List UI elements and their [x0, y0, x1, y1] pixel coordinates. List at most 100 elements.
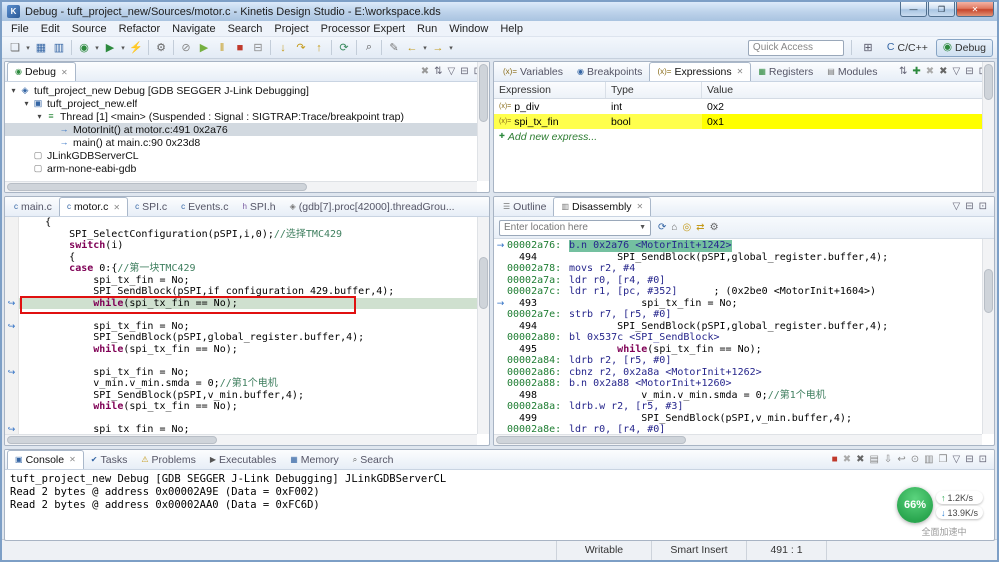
editor-gutter[interactable] — [5, 217, 19, 229]
code-line[interactable]: ↪ spi_tx_fin = No; — [5, 321, 489, 333]
console-output[interactable]: tuft_project_new Debug [GDB SEGGER J-Lin… — [5, 470, 994, 540]
dropdown-icon[interactable]: ▾ — [24, 39, 32, 57]
terminate-icon[interactable]: ■ — [832, 455, 838, 465]
back-button[interactable]: ← — [403, 39, 421, 57]
save-all-button[interactable]: ▥ — [50, 39, 68, 57]
debug-tab-debug[interactable]: ◉Debug✕ — [7, 62, 76, 81]
close-icon[interactable]: ✕ — [113, 203, 120, 212]
code-line[interactable]: { — [5, 252, 489, 264]
acceleration-ball-button[interactable]: 66% — [897, 487, 933, 523]
disassembly-line[interactable]: 499 SPI_SendBlock(pSPI,v_min.buffer,4); — [494, 413, 994, 425]
code-line[interactable] — [5, 413, 489, 425]
new-button[interactable]: ❏ — [6, 39, 24, 57]
code-line[interactable]: switch(i) — [5, 240, 489, 252]
expr-tab-registers[interactable]: ▦Registers — [751, 62, 820, 81]
disassembly-line[interactable]: 00002a86:cbnz r2, 0x2a8a <MotorInit+1262… — [494, 367, 994, 379]
expr-tab-expressions[interactable]: (x)=Expressions✕ — [649, 62, 751, 81]
settings-icon[interactable]: ⚙ — [710, 223, 719, 233]
menu-help[interactable]: Help — [494, 22, 529, 36]
editor-gutter[interactable]: ↪ — [5, 321, 19, 333]
sync-icon[interactable]: ⇄ — [696, 223, 704, 233]
close-icon[interactable]: ✕ — [637, 202, 644, 211]
editor-gutter[interactable] — [5, 263, 19, 275]
editor-gutter[interactable]: ↪ — [5, 367, 19, 379]
view-menu-icon[interactable]: ▽ — [953, 67, 961, 77]
open-perspective-icon[interactable]: ⊞ — [859, 39, 877, 57]
code-line[interactable] — [5, 309, 489, 321]
network-speed-overlay[interactable]: 66% ↑1.2K/s ↓13.9K/s 全面加速中 — [897, 487, 991, 538]
editor-gutter[interactable] — [5, 390, 19, 402]
code-line[interactable]: case 0:{//第一块TMC429 — [5, 263, 489, 275]
disassembly-line[interactable]: 00002a84:ldrb r2, [r5, #0] — [494, 355, 994, 367]
save-button[interactable]: ▦ — [32, 39, 50, 57]
editor-gutter[interactable] — [5, 401, 19, 413]
restart-button[interactable]: ⟳ — [335, 39, 353, 57]
titlebar[interactable]: K Debug - tuft_project_new/Sources/motor… — [2, 2, 997, 21]
disassembly-line[interactable]: →00002a76:b.n 0x2a76 <MotorInit+1242> — [494, 240, 994, 252]
close-button[interactable]: ✕ — [956, 2, 994, 17]
disconnect-button[interactable]: ⊟ — [249, 39, 267, 57]
console-tab-tasks[interactable]: ✔Tasks — [84, 450, 135, 469]
expressions-vertical-scrollbar[interactable] — [982, 62, 994, 192]
code-line[interactable]: SPI_SendBlock(pSPI,v_min.buffer,4); — [5, 390, 489, 402]
minimize-icon[interactable]: ⊟ — [460, 67, 468, 77]
menu-project[interactable]: Project — [268, 22, 314, 36]
menu-processor-expert[interactable]: Processor Expert — [315, 22, 411, 36]
remove-expression-icon[interactable]: ✖ — [926, 67, 934, 77]
pin-console-icon[interactable]: ⊙ — [911, 455, 919, 465]
code-line[interactable]: ↪ spi_tx_fin = No; — [5, 367, 489, 379]
disassembly-line[interactable]: 498 v_min.v_min.smda = 0;//第1个电机 — [494, 390, 994, 402]
code-line[interactable]: while(spi_tx_fin == No); — [5, 344, 489, 356]
editor-gutter[interactable] — [5, 309, 19, 321]
expression-row[interactable]: (x)=p_divint0x2 — [494, 99, 994, 114]
expression-row[interactable]: (x)=spi_tx_finbool0x1 — [494, 114, 994, 129]
disassembly-line[interactable]: →493 spi_tx_fin = No; — [494, 298, 994, 310]
skip-breakpoints-button[interactable]: ⊘ — [177, 39, 195, 57]
debug-tree-item[interactable]: ▢JLinkGDBServerCL — [5, 149, 489, 162]
column-header-type[interactable]: Type — [606, 82, 702, 98]
menu-run[interactable]: Run — [411, 22, 443, 36]
code-line[interactable]: while(spi_tx_fin == No); — [5, 401, 489, 413]
perspective-c-c-button[interactable]: CC/C++ — [881, 39, 934, 57]
run-button[interactable]: ▶ — [101, 39, 119, 57]
dropdown-icon[interactable]: ▾ — [421, 39, 429, 57]
disassembly-line[interactable]: 494 SPI_SendBlock(pSPI,global_register.b… — [494, 321, 994, 333]
editor-gutter[interactable] — [5, 240, 19, 252]
close-icon[interactable]: ✕ — [737, 67, 744, 76]
editor-gutter[interactable] — [5, 344, 19, 356]
editor-tab-main-c[interactable]: cmain.c — [7, 197, 59, 216]
track-icon[interactable]: ◎ — [682, 223, 691, 233]
disassembly-line[interactable]: 00002a7e:strb r7, [r5, #0] — [494, 309, 994, 321]
view-menu-icon[interactable]: ▽ — [448, 67, 456, 77]
scroll-lock-icon[interactable]: ⇩ — [884, 455, 892, 465]
debug-tree-item[interactable]: ▾≡Thread [1] <main> (Suspended : Signal … — [5, 110, 489, 123]
code-line[interactable] — [5, 355, 489, 367]
menu-refactor[interactable]: Refactor — [113, 22, 167, 36]
disassembly-line[interactable]: 00002a88:b.n 0x2a88 <MotorInit+1260> — [494, 378, 994, 390]
console-tab-search[interactable]: ⌕Search — [346, 450, 401, 469]
minimize-icon[interactable]: ⊟ — [965, 202, 973, 212]
disassembly-line[interactable]: 494 SPI_SendBlock(pSPI,global_register.b… — [494, 252, 994, 264]
editor-gutter[interactable] — [5, 413, 19, 425]
remove-all-terminated-icon[interactable]: ✖ — [421, 67, 429, 77]
debug-tree-item[interactable]: →main() at main.c:90 0x23d8 — [5, 136, 489, 149]
maximize-icon[interactable]: ⊡ — [979, 202, 987, 212]
step-into-button[interactable]: ↓ — [274, 39, 292, 57]
chevron-down-icon[interactable]: ▼ — [639, 224, 646, 231]
dropdown-icon[interactable]: ▾ — [119, 39, 127, 57]
disassembly-horizontal-scrollbar[interactable] — [494, 434, 982, 445]
collapse-all-icon[interactable]: ⇅ — [899, 67, 907, 77]
expr-tab-variables[interactable]: (x)=Variables — [496, 62, 570, 81]
editor-gutter[interactable] — [5, 275, 19, 287]
disassembly-line[interactable]: 00002a7c:ldr r1, [pc, #352] ; (0x2be0 <M… — [494, 286, 994, 298]
minimize-icon[interactable]: ⊟ — [965, 455, 973, 465]
editor-gutter[interactable] — [5, 332, 19, 344]
code-line[interactable]: SPI_SendBlock(pSPI,global_register.buffe… — [5, 332, 489, 344]
disassembly-line[interactable]: 00002a78:movs r2, #4 — [494, 263, 994, 275]
suspend-button[interactable]: ‖ — [213, 39, 231, 57]
editor-horizontal-scrollbar[interactable] — [5, 434, 477, 445]
disassembly-vertical-scrollbar[interactable] — [982, 239, 994, 434]
quick-access-input[interactable]: Quick Access — [748, 40, 844, 56]
remove-all-launches-icon[interactable]: ✖ — [856, 455, 864, 465]
editor-gutter[interactable] — [5, 252, 19, 264]
